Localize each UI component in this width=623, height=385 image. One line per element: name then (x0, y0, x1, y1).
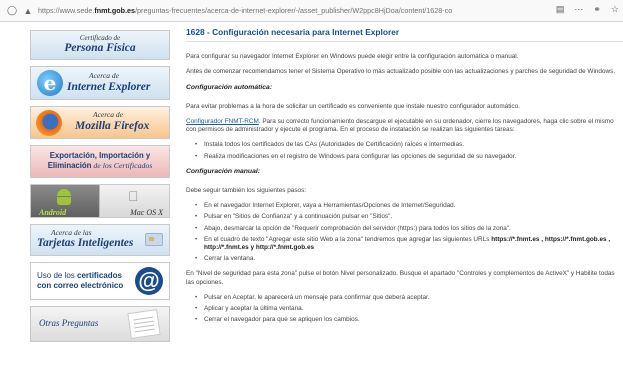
lock-icon[interactable]: ▲ (22, 5, 34, 17)
banner-line-2: Eliminación de los Certificados (31, 161, 169, 171)
list-item: En el cuadro de texto "Agregar este siti… (186, 236, 623, 252)
banner-small-text: Certificado de (79, 34, 121, 42)
banner-exportacion-certificados[interactable]: Exportación, Importación y Eliminación d… (30, 145, 170, 178)
configurador-link[interactable]: Configurador FNMT-RCM (186, 118, 259, 125)
final-steps-list: Pulsar en Aceptar, le aparecerá un mensa… (186, 294, 623, 325)
banner-otras-preguntas[interactable]: Otras Preguntas (30, 306, 170, 342)
android-robot-icon (57, 189, 71, 205)
manual-config-heading: Configuración manual: (186, 167, 261, 175)
bookmark-star-icon[interactable]: ☆ (611, 4, 619, 15)
shield-icon[interactable]: ◯ (6, 5, 18, 17)
auto-config-paragraph-1: Para evitar problemas a la hora de solic… (186, 102, 520, 110)
article-content: 1628 - Configuración necesaria para Inte… (186, 28, 623, 331)
manual-config-list: En el navegador Internet Explorer, vaya … (186, 202, 623, 263)
auto-config-paragraph-2: Configurador FNMT-RCM. Para su correcto … (186, 118, 623, 134)
reader-view-icon[interactable]: ▤ (556, 4, 565, 15)
banner-line-1-bold: certificados (77, 271, 122, 280)
banner-correo-electronico[interactable]: Uso de los certificados con correo elect… (30, 262, 170, 300)
list-item-text: En el cuadro de texto "Agregar este siti… (204, 235, 492, 243)
url-domain: fnmt.gob.es (94, 6, 136, 15)
banner-android[interactable]: Android (31, 185, 100, 217)
banner-mac-os-x[interactable]:  Mac OS X (100, 185, 169, 217)
list-item: Pulsar en Aceptar, le aparecerá un mensa… (186, 294, 623, 302)
list-item: Abajo, desmarcar la opción de "Requerir … (186, 225, 623, 233)
url-actions: ▤ ⋯ ⚭ ☆ (556, 4, 619, 15)
document-icon (127, 309, 161, 339)
banner-title: Tarjetas Inteligentes (37, 237, 134, 249)
banner-title: Internet Explorer (67, 81, 151, 93)
banner-line-2-bold: Eliminación (47, 161, 92, 170)
url-prefix: https://www.sede. (38, 6, 95, 15)
sidebar: Certificado de Persona Física e Acerca d… (30, 30, 170, 348)
list-item: En el navegador Internet Explorer, vaya … (186, 202, 623, 210)
list-item: Realiza modificaciones en el registro de… (186, 153, 623, 161)
list-item: Instala todos los certificados de las CA… (186, 141, 623, 149)
banner-small-text: Acerca de las (51, 228, 92, 237)
auto-config-heading: Configuración automática: (186, 83, 273, 91)
url-text[interactable]: https://www.sede.fnmt.gob.es/preguntas-f… (38, 6, 516, 15)
firefox-logo-icon (36, 110, 62, 136)
banner-line-2: con correo electrónico (37, 281, 124, 290)
intro-paragraph-2: Antes de comenzar recomendamos tener el … (186, 68, 616, 76)
banner-title: Persona Física (64, 42, 136, 54)
list-item: Cerrar el navegador para que se apliquen… (186, 316, 623, 324)
internet-explorer-logo-icon: e (37, 70, 63, 96)
banner-title: Mozilla Firefox (75, 120, 150, 132)
banner-small-text: Acerca de (93, 110, 123, 119)
banner-persona-fisica[interactable]: Certificado de Persona Física (30, 30, 170, 60)
banner-line-2-rest: de los Certificados (91, 161, 153, 170)
url-path: /preguntas-frecuentes/acerca-de-internet… (135, 6, 453, 15)
pocket-icon[interactable]: ⚭ (593, 4, 601, 15)
list-item: Cerrar la ventana. (186, 255, 623, 263)
banner-line-1: Exportación, Importación y (49, 151, 151, 160)
banner-tarjetas-inteligentes[interactable]: Acerca de las Tarjetas Inteligentes (30, 224, 170, 256)
android-label: Android (39, 208, 67, 217)
nivel-seguridad-paragraph: En "Nivel de seguridad para esta zona" p… (186, 270, 615, 286)
list-item: Aplicar y aceptar la última ventana. (186, 305, 623, 313)
page-title: 1628 - Configuración necesaria para Inte… (186, 28, 623, 43)
browser-address-bar[interactable]: ◯ ▲ https://www.sede.fnmt.gob.es/pregunt… (0, 0, 623, 22)
banner-title: Otras Preguntas (39, 318, 99, 328)
manual-config-intro: Debe seguir también los siguientes pasos… (186, 187, 307, 195)
banner-mozilla-firefox[interactable]: Acerca de Mozilla Firefox (30, 106, 170, 139)
banner-small-text: Acerca de (89, 71, 119, 80)
auto-config-list: Instala todos los certificados de las CA… (186, 141, 623, 161)
list-item: Pulsar en "Sitios de Confianza" y a cont… (186, 213, 623, 221)
intro-paragraph-1: Para configurar su navegador Internet Ex… (186, 53, 519, 61)
banner-android-mac: Android  Mac OS X (30, 184, 170, 218)
banner-internet-explorer[interactable]: e Acerca de Internet Explorer (30, 66, 170, 100)
banner-line-1: Uso de los certificados (37, 271, 122, 280)
smart-card-icon (145, 233, 163, 246)
mac-label: Mac OS X (130, 208, 163, 217)
banner-line-1-pre: Uso de los (37, 271, 78, 280)
apple-logo-icon:  (128, 188, 139, 204)
at-sign-icon: @ (135, 267, 163, 295)
more-icon[interactable]: ⋯ (574, 4, 583, 15)
